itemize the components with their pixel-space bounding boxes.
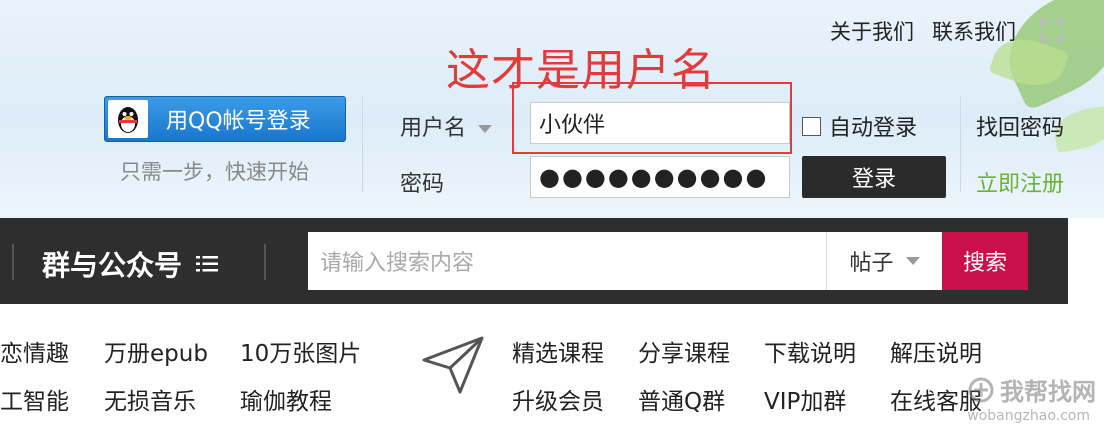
link-item[interactable]: VIP加群 <box>764 382 846 416</box>
auto-login-label: 自动登录 <box>829 116 918 141</box>
link-item[interactable]: 无损音乐 <box>104 382 196 416</box>
qq-penguin-icon <box>108 100 148 138</box>
auto-login-checkbox[interactable]: 自动登录 <box>802 110 917 142</box>
search-button[interactable]: 搜索 <box>942 232 1028 290</box>
link-item[interactable]: 升级会员 <box>512 382 604 416</box>
menu-icon <box>196 255 219 273</box>
qq-login-label: 用QQ帐号登录 <box>166 109 311 134</box>
link-item[interactable]: 恋情趣 <box>0 334 69 368</box>
qq-login-button[interactable]: 用QQ帐号登录 <box>104 96 346 142</box>
about-us-link[interactable]: 关于我们 <box>830 16 914 46</box>
link-item[interactable]: 解压说明 <box>890 334 982 368</box>
search-input[interactable]: 请输入搜索内容 <box>308 232 826 290</box>
link-item[interactable]: 工智能 <box>0 382 69 416</box>
chevron-down-icon <box>905 257 920 265</box>
password-label: 密码 <box>400 172 445 197</box>
nav-separator <box>12 244 14 280</box>
password-input[interactable]: ●●●●●●●●●● <box>530 156 790 198</box>
recover-password-link[interactable]: 找回密码 <box>976 110 1064 142</box>
watermark: 我帮找网 <box>968 372 1096 407</box>
watermark-url: wobangzhao.com <box>967 408 1090 424</box>
nav-title[interactable]: 群与公众号 <box>42 244 219 284</box>
divider <box>362 96 363 192</box>
link-item[interactable]: 10万张图片 <box>240 334 361 368</box>
quick-links <box>0 304 1068 436</box>
watermark-logo-icon <box>968 377 994 402</box>
nav-title-text: 群与公众号 <box>42 249 183 282</box>
register-link[interactable]: 立即注册 <box>976 166 1064 198</box>
link-item[interactable]: 瑜伽教程 <box>240 382 332 416</box>
top-links: 关于我们 联系我们 <box>830 16 1016 46</box>
qq-login-subtext: 只需一步，快速开始 <box>120 160 309 184</box>
search-type-value: 帖子 <box>849 251 894 276</box>
link-item[interactable]: 分享课程 <box>638 334 730 368</box>
checkbox-box[interactable] <box>802 116 821 136</box>
divider <box>960 96 961 192</box>
link-item[interactable]: 下载说明 <box>764 334 856 368</box>
nav-separator <box>264 244 266 280</box>
link-item[interactable]: 万册epub <box>104 334 208 368</box>
fullscreen-icon[interactable] <box>1040 18 1064 42</box>
paper-plane-icon <box>422 336 484 394</box>
search-type-select[interactable]: 帖子 <box>826 232 942 290</box>
login-button[interactable]: 登录 <box>802 156 946 198</box>
chevron-down-icon <box>478 125 493 133</box>
contact-us-link[interactable]: 联系我们 <box>932 16 1016 46</box>
username-label-text: 用户名 <box>400 116 467 141</box>
username-label[interactable]: 用户名 <box>400 110 493 142</box>
link-item[interactable]: 普通Q群 <box>638 382 725 416</box>
link-item[interactable]: 精选课程 <box>512 334 604 368</box>
annotation-highlight-box <box>512 82 792 154</box>
watermark-text: 我帮找网 <box>1000 378 1096 406</box>
